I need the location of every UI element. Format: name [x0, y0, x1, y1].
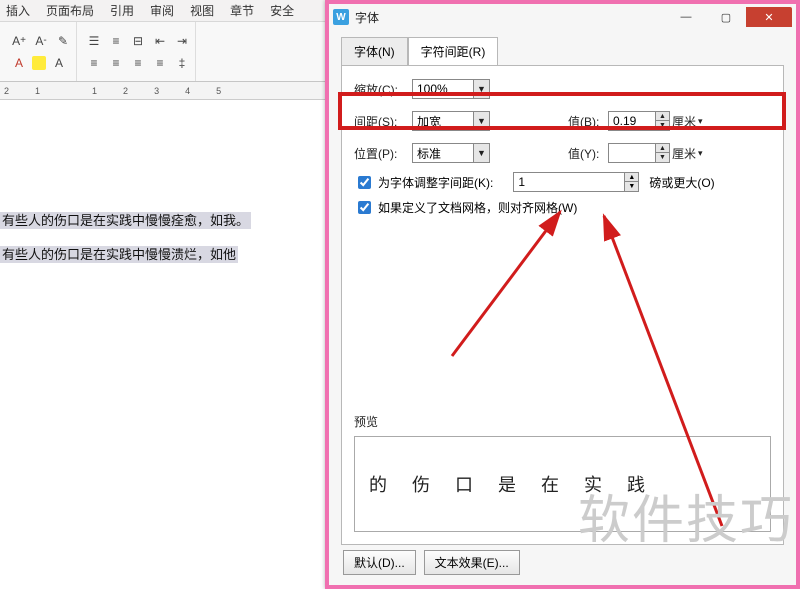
dialog-tabs: 字体(N) 字符间距(R)	[341, 36, 796, 65]
position-label: 位置(P):	[354, 145, 412, 162]
font-dialog: W 字体 — ▢ ✕ 字体(N) 字符间距(R) 缩放(C): ▼ 间距(S):…	[325, 0, 800, 589]
spin-down-icon[interactable]: ▼	[624, 182, 638, 191]
spacing-value-label: 值(B):	[568, 113, 608, 130]
align-justify-icon[interactable]: ≡	[151, 54, 169, 72]
dialog-title: 字体	[355, 9, 379, 26]
kerning-label: 为字体调整字间距(K):	[378, 174, 493, 191]
indent-dec-icon[interactable]: ⇤	[151, 32, 169, 50]
align-right-icon[interactable]: ≡	[129, 54, 147, 72]
align-center-icon[interactable]: ≡	[107, 54, 125, 72]
tab-font[interactable]: 字体(N)	[341, 37, 408, 66]
menu-reference[interactable]: 引用	[110, 2, 134, 19]
font-color-icon[interactable]: A	[10, 54, 28, 72]
chevron-down-icon[interactable]: ▼	[473, 144, 489, 162]
spacing-value-input[interactable]	[609, 112, 655, 130]
dialog-buttons: 默认(D)... 文本效果(E)...	[343, 550, 520, 575]
position-input[interactable]	[413, 144, 473, 162]
spacing-input[interactable]	[413, 112, 473, 130]
preview-box: 的 伤 口 是 在 实 践	[354, 436, 771, 532]
selected-text-line2[interactable]: 有些人的伤口是在实践中慢慢溃烂，如他	[0, 246, 238, 263]
chevron-down-icon[interactable]: ▼	[473, 80, 489, 98]
text-effects-button[interactable]: 文本效果(E)...	[424, 550, 520, 575]
menu-layout[interactable]: 页面布局	[46, 2, 94, 19]
menu-review[interactable]: 审阅	[150, 2, 174, 19]
bullets-icon[interactable]: ☰	[85, 32, 103, 50]
minimize-button[interactable]: —	[666, 7, 706, 27]
menu-chapter[interactable]: 章节	[230, 2, 254, 19]
spin-down-icon[interactable]: ▼	[655, 153, 669, 162]
position-value-input[interactable]	[609, 144, 655, 162]
default-button[interactable]: 默认(D)...	[343, 550, 416, 575]
align-left-icon[interactable]: ≡	[85, 54, 103, 72]
menu-security[interactable]: 安全	[270, 2, 294, 19]
snap-grid-label: 如果定义了文档网格，则对齐网格(W)	[378, 199, 577, 216]
chevron-down-icon[interactable]: ▾	[698, 116, 710, 127]
position-value-label: 值(Y):	[568, 145, 608, 162]
spin-down-icon[interactable]: ▼	[655, 121, 669, 130]
multilevel-icon[interactable]: ⊟	[129, 32, 147, 50]
line-spacing-icon[interactable]: ‡	[173, 54, 191, 72]
selected-text-line1[interactable]: 有些人的伤口是在实践中慢慢痊愈，如我。	[0, 212, 251, 229]
position-value-spinner[interactable]: ▲▼	[608, 143, 670, 163]
menu-insert[interactable]: 插入	[6, 2, 30, 19]
preview-text: 的 伤 口 是 在 实 践	[369, 471, 655, 497]
tab-char-spacing[interactable]: 字符间距(R)	[408, 37, 499, 66]
maximize-button[interactable]: ▢	[706, 7, 746, 27]
scale-combo[interactable]: ▼	[412, 79, 490, 99]
dialog-body: 缩放(C): ▼ 间距(S): ▼ 值(B): ▲▼ 厘米▾	[341, 65, 784, 545]
spacing-label: 间距(S):	[354, 113, 412, 130]
spin-up-icon[interactable]: ▲	[655, 112, 669, 121]
font-case-icon[interactable]: A	[50, 54, 68, 72]
menu-view[interactable]: 视图	[190, 2, 214, 19]
kerning-spinner[interactable]: ▲▼	[513, 172, 639, 192]
dialog-titlebar: W 字体 — ▢ ✕	[329, 4, 796, 30]
kerning-input[interactable]	[514, 176, 624, 189]
highlight-icon[interactable]	[32, 56, 46, 70]
numbering-icon[interactable]: ≡	[107, 32, 125, 50]
position-unit[interactable]: 厘米▾	[672, 145, 710, 162]
decrease-font-icon[interactable]: A-	[32, 32, 50, 50]
chevron-down-icon[interactable]: ▾	[698, 148, 710, 159]
position-combo[interactable]: ▼	[412, 143, 490, 163]
spacing-value-spinner[interactable]: ▲▼	[608, 111, 670, 131]
kerning-checkbox[interactable]	[358, 176, 371, 189]
scale-input[interactable]	[413, 80, 473, 98]
increase-font-icon[interactable]: A+	[10, 32, 28, 50]
scale-label: 缩放(C):	[354, 81, 412, 98]
chevron-down-icon[interactable]: ▼	[473, 112, 489, 130]
close-button[interactable]: ✕	[746, 7, 792, 27]
indent-inc-icon[interactable]: ⇥	[173, 32, 191, 50]
snap-grid-checkbox[interactable]	[358, 201, 371, 214]
spin-up-icon[interactable]: ▲	[624, 173, 638, 182]
spacing-unit[interactable]: 厘米▾	[672, 113, 710, 130]
kerning-suffix: 磅或更大(O)	[649, 174, 714, 191]
spacing-combo[interactable]: ▼	[412, 111, 490, 131]
spin-up-icon[interactable]: ▲	[655, 144, 669, 153]
preview-label: 预览	[354, 413, 378, 430]
app-icon: W	[333, 9, 349, 25]
clear-format-icon[interactable]: ✎	[54, 32, 72, 50]
